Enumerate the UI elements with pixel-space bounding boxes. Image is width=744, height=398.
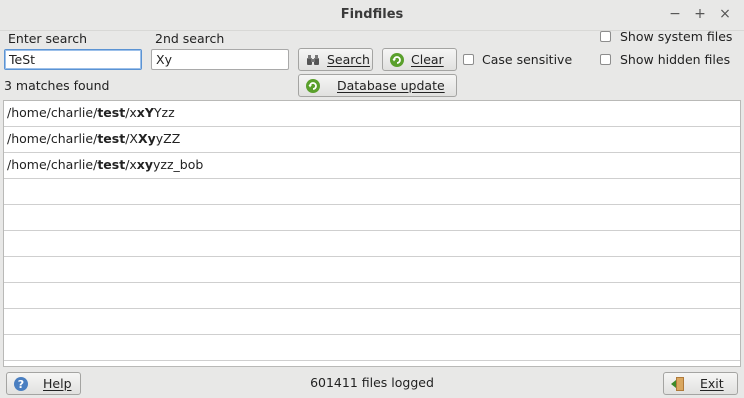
result-row[interactable]: /home/charlie/test/XXyyZZ (4, 127, 740, 153)
match-highlight: Xy (137, 131, 156, 146)
show-system-files-checkbox[interactable] (600, 31, 611, 42)
matches-count: 3 matches found (4, 78, 110, 93)
maximize-icon[interactable]: + (691, 5, 709, 23)
result-row[interactable] (4, 309, 740, 335)
refresh-icon (390, 52, 404, 67)
result-row[interactable]: /home/charlie/test/xxYYzz (4, 101, 740, 127)
second-search-label: 2nd search (155, 31, 225, 46)
status-bar: ? Help 601411 files logged Exit (0, 368, 744, 398)
database-update-label: Database update (337, 78, 445, 93)
minimize-icon[interactable]: − (666, 5, 684, 23)
path-segment: /home/charlie/ (7, 157, 98, 172)
results-list[interactable]: /home/charlie/test/xxYYzz/home/charlie/t… (3, 100, 741, 367)
result-row[interactable] (4, 179, 740, 205)
search-label: Enter search (8, 31, 88, 46)
show-hidden-files-label: Show hidden files (620, 52, 731, 67)
search-button-label: Search (327, 52, 370, 67)
show-hidden-files-checkbox[interactable] (600, 54, 611, 65)
clear-button-label: Clear (411, 52, 444, 67)
path-segment: /home/charlie/ (7, 131, 98, 146)
exit-button[interactable]: Exit (663, 372, 738, 395)
database-refresh-icon (306, 78, 320, 93)
second-search-input[interactable]: Xy (151, 49, 289, 70)
search-button[interactable]: Search (298, 48, 373, 71)
binoculars-icon (307, 54, 319, 65)
path-segment: yzz_bob (153, 157, 204, 172)
path-segment: /x (125, 105, 137, 120)
case-sensitive-label: Case sensitive (482, 52, 573, 67)
result-row[interactable] (4, 231, 740, 257)
match-highlight: test (97, 157, 126, 172)
match-highlight: test (97, 105, 126, 120)
database-update-button[interactable]: Database update (298, 74, 457, 97)
files-logged: 601411 files logged (310, 375, 434, 390)
window-title: Findfiles (340, 7, 404, 22)
match-highlight: test (97, 131, 126, 146)
path-segment: /x (125, 157, 137, 172)
result-row[interactable]: /home/charlie/test/xxyyzz_bob (4, 153, 740, 179)
show-system-files-label: Show system files (620, 29, 733, 44)
match-highlight: xY (136, 105, 154, 120)
search-input[interactable]: TeSt (4, 49, 142, 70)
result-row[interactable] (4, 335, 740, 361)
clear-button[interactable]: Clear (382, 48, 457, 71)
path-segment: /X (125, 131, 138, 146)
title-bar: Findfiles − + × (0, 0, 744, 31)
close-icon[interactable]: × (716, 5, 734, 23)
path-segment: Yzz (153, 105, 175, 120)
path-segment: yZZ (155, 131, 181, 146)
result-row[interactable] (4, 283, 740, 309)
result-row[interactable] (4, 257, 740, 283)
match-highlight: xy (136, 157, 154, 172)
case-sensitive-checkbox[interactable] (463, 54, 474, 65)
path-segment: /home/charlie/ (7, 105, 98, 120)
result-row[interactable] (4, 205, 740, 231)
exit-button-label: Exit (700, 376, 724, 391)
exit-door-icon (671, 376, 684, 391)
